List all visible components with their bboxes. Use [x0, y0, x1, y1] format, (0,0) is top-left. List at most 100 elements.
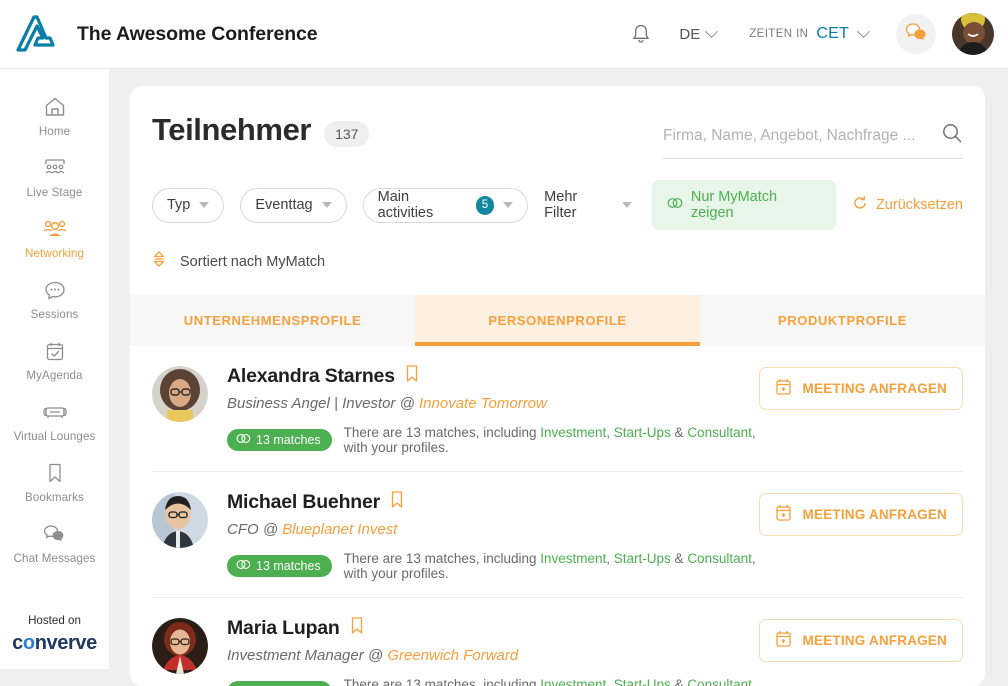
filter-main-activities[interactable]: Main activities 5 — [362, 187, 529, 223]
match-description: There are 13 matches, including Investme… — [344, 677, 759, 686]
filter-label: Main activities — [377, 189, 434, 221]
caret-down-icon — [503, 202, 514, 208]
match-sep: & — [670, 551, 688, 566]
refresh-icon — [852, 195, 868, 215]
sidebar-item-myagenda[interactable]: MyAgenda — [0, 338, 109, 382]
list-item[interactable]: Maria Lupan Investment Manager @ Greenwi… — [152, 598, 963, 686]
match-row: 13 matches There are 13 matches, includi… — [227, 677, 759, 686]
content-card: Teilnehmer 137 Typ Eventtag — [130, 86, 985, 686]
filter-mehr-filter[interactable]: Mehr Filter — [544, 189, 632, 221]
sidebar-item-bookmarks[interactable]: Bookmarks — [0, 460, 109, 504]
sidebar-item-label: MyAgenda — [26, 369, 83, 382]
request-meeting-label: MEETING ANFRAGEN — [802, 633, 947, 648]
person-company[interactable]: Innovate Tomorrow — [419, 395, 547, 412]
sidebar-item-label: Live Stage — [26, 186, 83, 199]
person-role: CFO — [227, 521, 259, 538]
calendar-plus-icon — [775, 630, 792, 651]
brand: The Awesome Conference — [0, 14, 318, 54]
live-stage-icon — [42, 155, 68, 181]
timezone-selector[interactable]: ZEITEN IN CET — [749, 24, 870, 43]
match-count-label: 13 matches — [256, 433, 321, 447]
match-sep: , — [606, 677, 614, 686]
person-company[interactable]: Greenwich Forward — [387, 647, 518, 664]
person-name-row: Michael Buehner — [227, 490, 759, 514]
match-tag: Start-Ups — [613, 677, 671, 686]
language-selector[interactable]: DE — [679, 24, 719, 43]
list-item[interactable]: Alexandra Starnes Business Angel | Inves… — [152, 346, 963, 472]
tab-personenprofile[interactable]: PERSONENPROFILE — [415, 295, 700, 346]
match-tag: Consultant — [687, 551, 752, 566]
person-role-line: CFO @ Blueplanet Invest — [227, 521, 759, 538]
search-bar — [663, 122, 963, 159]
match-prefix: There are 13 matches, including — [343, 551, 541, 566]
person-name: Maria Lupan — [227, 616, 340, 639]
person-name-row: Alexandra Starnes — [227, 364, 759, 388]
only-mymatch-label: Nur MyMatch zeigen — [690, 189, 778, 221]
sidebar-item-networking[interactable]: Networking — [0, 216, 109, 260]
sidebar-item-virtual-lounges[interactable]: Virtual Lounges — [0, 399, 109, 443]
sidebar-item-chat-messages[interactable]: Chat Messages — [0, 521, 109, 565]
tab-label: PERSONENPROFILE — [488, 313, 627, 328]
filter-eventtag[interactable]: Eventtag — [240, 187, 347, 223]
person-details: Michael Buehner CFO @ Blueplanet Invest — [227, 490, 759, 581]
bookmark-outline-icon[interactable] — [350, 616, 364, 640]
sort-row[interactable]: Sortiert nach MyMatch — [152, 250, 963, 273]
request-meeting-button[interactable]: MEETING ANFRAGEN — [758, 493, 963, 536]
user-avatar[interactable] — [952, 13, 994, 55]
header-actions: DE ZEITEN IN CET — [624, 13, 1008, 55]
bookmark-outline-icon[interactable] — [405, 364, 419, 388]
timezone-label: ZEITEN IN — [749, 28, 809, 40]
at-symbol: @ — [367, 647, 384, 664]
match-tag: Consultant — [687, 425, 752, 440]
request-meeting-button[interactable]: MEETING ANFRAGEN — [758, 619, 963, 662]
caret-down-icon — [321, 202, 332, 208]
reset-filters-button[interactable]: Zurücksetzen — [852, 195, 963, 215]
tab-produktprofile[interactable]: PRODUKTPROFILE — [700, 295, 985, 346]
bookmark-outline-icon[interactable] — [390, 490, 404, 514]
bookmark-icon — [45, 460, 65, 486]
search-icon[interactable] — [941, 122, 963, 149]
at-symbol: @ — [399, 395, 415, 412]
match-count-label: 13 matches — [256, 559, 321, 573]
person-company[interactable]: Blueplanet Invest — [282, 521, 397, 538]
person-details: Alexandra Starnes Business Angel | Inves… — [227, 364, 759, 455]
sidebar-item-sessions[interactable]: Sessions — [0, 277, 109, 321]
sidebar-item-live-stage[interactable]: Live Stage — [0, 155, 109, 199]
chat-button[interactable] — [896, 14, 936, 54]
avatar — [152, 492, 208, 548]
timezone-value: CET — [816, 25, 849, 42]
person-role: Investment Manager — [227, 647, 364, 664]
hosted-on-label: Hosted on — [28, 614, 81, 627]
match-description: There are 13 matches, including Investme… — [344, 425, 759, 455]
sofa-icon — [42, 399, 68, 425]
sidebar-item-label: Home — [38, 125, 71, 138]
calendar-check-icon — [44, 338, 66, 364]
search-input[interactable] — [663, 126, 941, 145]
tab-label: UNTERNEHMENSPROFILE — [183, 313, 362, 328]
page-title: Teilnehmer — [152, 112, 312, 147]
sort-icon — [152, 250, 166, 273]
sidebar: Home Live Stage Networking Sessions MyAg… — [0, 69, 109, 669]
speech-bubble-icon — [43, 277, 67, 303]
person-role: Business Angel | Investor — [227, 395, 396, 412]
calendar-plus-icon — [775, 504, 792, 525]
person-role-line: Business Angel | Investor @ Innovate Tom… — [227, 395, 759, 412]
networking-people-icon — [42, 216, 68, 242]
logo-accent: o — [22, 632, 35, 654]
filter-typ[interactable]: Typ — [152, 187, 225, 223]
match-count-badge: 13 matches — [227, 429, 332, 451]
bell-icon[interactable] — [624, 17, 658, 51]
sidebar-item-label: Virtual Lounges — [13, 430, 96, 443]
sidebar-item-label: Bookmarks — [25, 491, 84, 504]
list-item[interactable]: Michael Buehner CFO @ Blueplanet Invest — [152, 472, 963, 598]
request-meeting-button[interactable]: MEETING ANFRAGEN — [758, 367, 963, 410]
match-sep: & — [670, 425, 688, 440]
tab-unternehmensprofile[interactable]: UNTERNEHMENSPROFILE — [130, 295, 415, 346]
chat-messages-icon — [42, 521, 68, 547]
only-mymatch-button[interactable]: Nur MyMatch zeigen — [651, 180, 836, 230]
person-role-line: Investment Manager @ Greenwich Forward — [227, 647, 759, 664]
match-tag: Investment — [540, 425, 607, 440]
match-prefix: There are 13 matches, including — [343, 425, 541, 440]
sidebar-item-home[interactable]: Home — [0, 94, 109, 138]
match-tag: Start-Ups — [613, 551, 671, 566]
